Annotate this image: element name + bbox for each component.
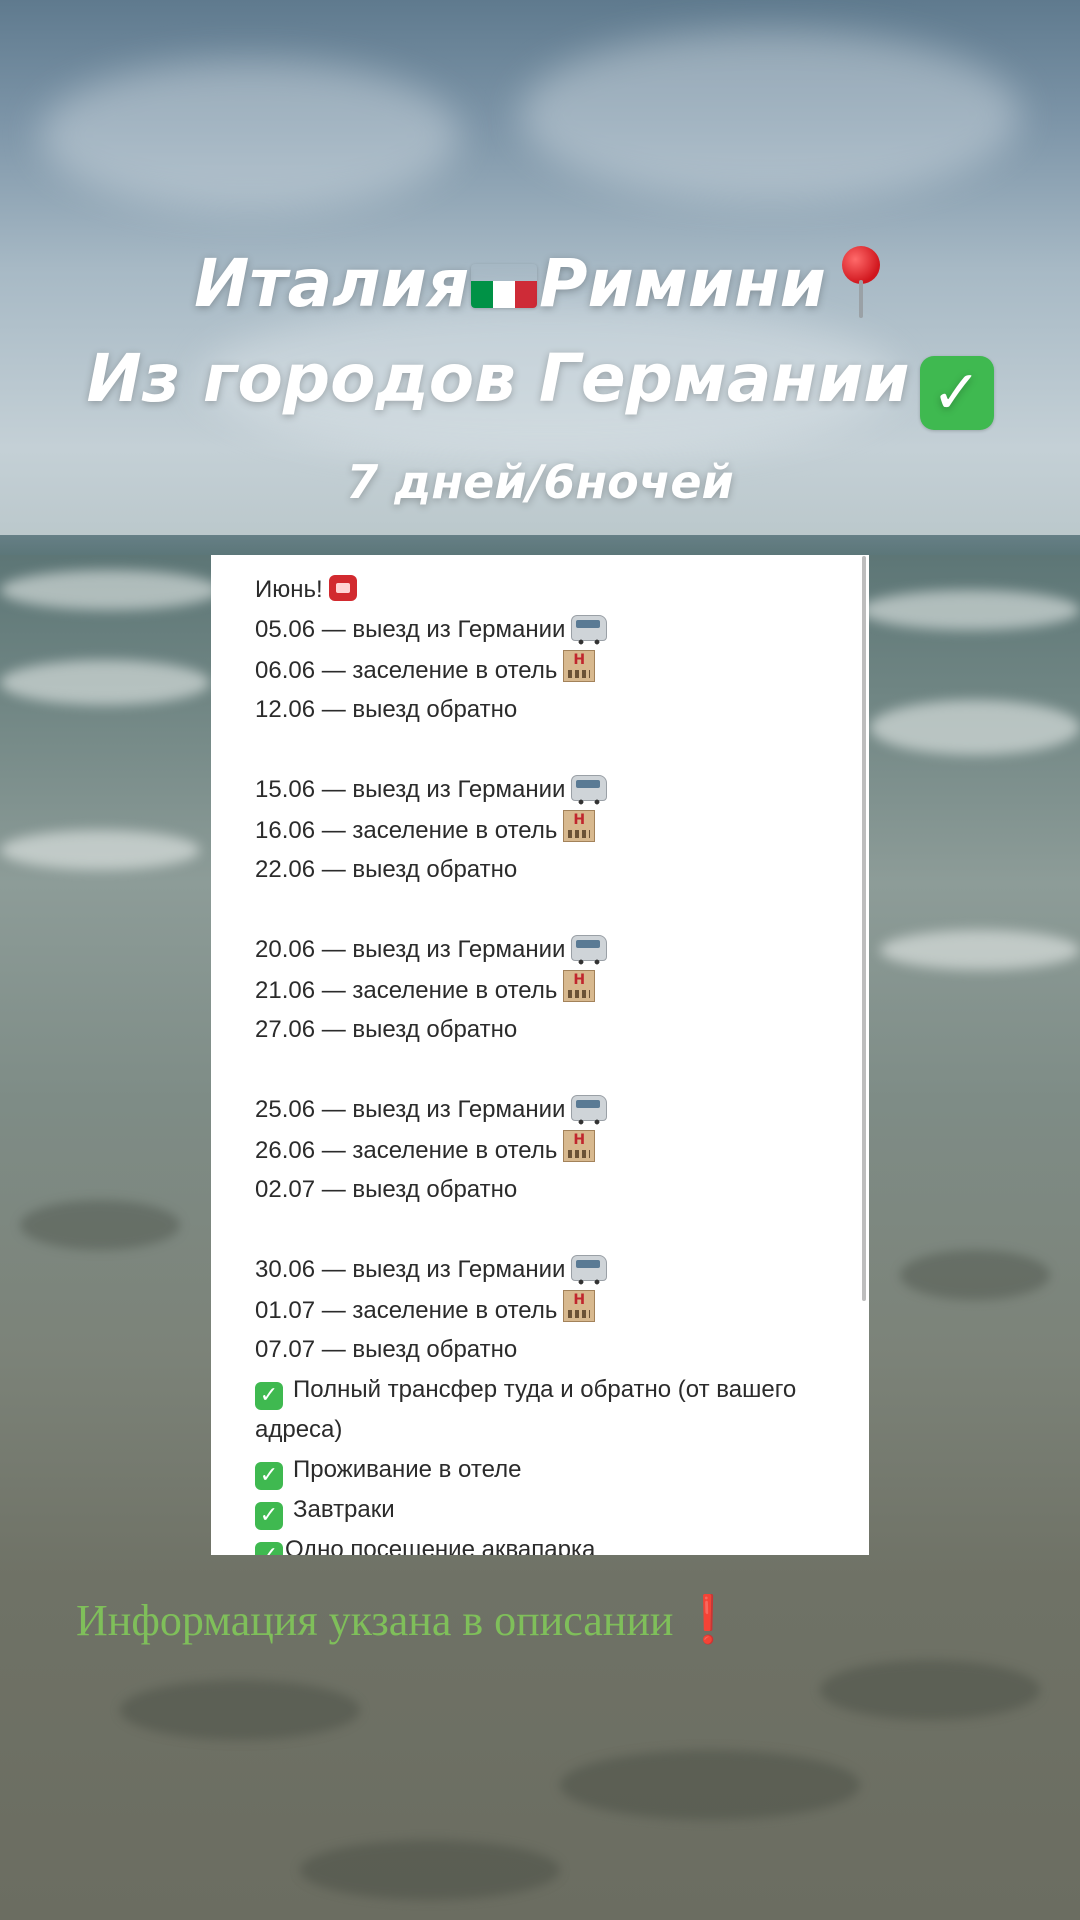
wave-foam [870, 700, 1080, 755]
wet-sand [820, 1660, 1040, 1720]
include-item: ✓ Завтраки [255, 1490, 829, 1530]
schedule-line: 16.06 — заселение в отель [255, 810, 829, 850]
wave-foam [0, 570, 220, 610]
hotel-icon [563, 970, 596, 1002]
wet-sand [300, 1840, 560, 1900]
schedule-line: 02.07 — выезд обратно [255, 1176, 518, 1203]
include-item: ✓Одно посещение аквапарка [255, 1530, 829, 1555]
wet-sand [20, 1200, 180, 1250]
schedule-line: 22.06 — выезд обратно [255, 856, 518, 883]
schedule-line: 21.06 — заселение в отель [255, 970, 829, 1010]
wave-foam [880, 930, 1080, 970]
schedule-line: 15.06 — выезд из Германии [255, 770, 829, 810]
minibus-icon [571, 1095, 608, 1125]
cloud [520, 30, 1020, 200]
schedule-line: 20.06 — выезд из Германии [255, 930, 829, 970]
telephone-icon [328, 575, 357, 601]
schedule-line: 12.06 — выезд обратно [255, 696, 518, 723]
minibus-icon [571, 775, 608, 805]
wave-foam [860, 590, 1080, 630]
wet-sand [120, 1680, 360, 1740]
schedule-line: 05.06 — выезд из Германии [255, 610, 829, 650]
title-line-1: Италия Римини [0, 245, 1080, 322]
include-item: ✓ Проживание в отеле [255, 1450, 829, 1490]
minibus-icon [571, 1255, 608, 1285]
wet-sand [900, 1250, 1050, 1300]
check-mark-button-icon: ✓ [255, 1542, 283, 1555]
schedule-line: 26.06 — заселение в отель [255, 1130, 829, 1170]
schedule-line: 07.07 — выезд обратно [255, 1336, 518, 1363]
minibus-icon [571, 935, 608, 965]
schedule-line: 06.06 — заселение в отель [255, 650, 829, 690]
minibus-icon [571, 615, 608, 645]
schedule-card[interactable]: Июнь! 05.06 — выезд из Германии 06.06 — … [211, 555, 869, 1555]
schedule-line: 25.06 — выезд из Германии [255, 1090, 829, 1130]
hotel-icon [563, 810, 596, 842]
trip-duration: 7 дней/6ночей [346, 455, 734, 509]
cloud [40, 60, 460, 210]
info-note: Информация укзана в описании ❗ [76, 1592, 737, 1646]
check-mark-button-icon: ✓ [255, 1502, 283, 1530]
schedule-line: 27.06 — выезд обратно [255, 1016, 518, 1043]
check-mark-button-icon: ✓ [255, 1462, 283, 1490]
wave-foam [0, 660, 210, 705]
hotel-icon [563, 1130, 596, 1162]
hotel-icon [563, 1290, 596, 1322]
card-scrollbar[interactable] [862, 556, 866, 1301]
exclamation-mark-icon: ❗ [679, 1592, 737, 1646]
schedule-heading: Июнь! [255, 570, 829, 610]
italy-flag-icon [471, 264, 538, 308]
schedule-line: 30.06 — выезд из Германии [255, 1250, 829, 1290]
schedule-line: 01.07 — заселение в отель [255, 1290, 829, 1330]
title-origin: Из городов Германии [86, 340, 910, 417]
round-pushpin-icon [836, 246, 886, 320]
wet-sand [560, 1750, 860, 1820]
check-mark-button-icon: ✓ [255, 1382, 283, 1410]
title-line-2: Из городов Германии ✓ [0, 340, 1080, 430]
include-item: ✓ Полный трансфер туда и обратно (от ваше… [255, 1376, 797, 1443]
horizon [0, 535, 1080, 557]
wave-foam [0, 830, 200, 870]
check-mark-button-icon: ✓ [919, 356, 994, 430]
title-country: Италия [194, 245, 470, 322]
title-city: Римини [539, 245, 826, 322]
hotel-icon [563, 650, 596, 682]
